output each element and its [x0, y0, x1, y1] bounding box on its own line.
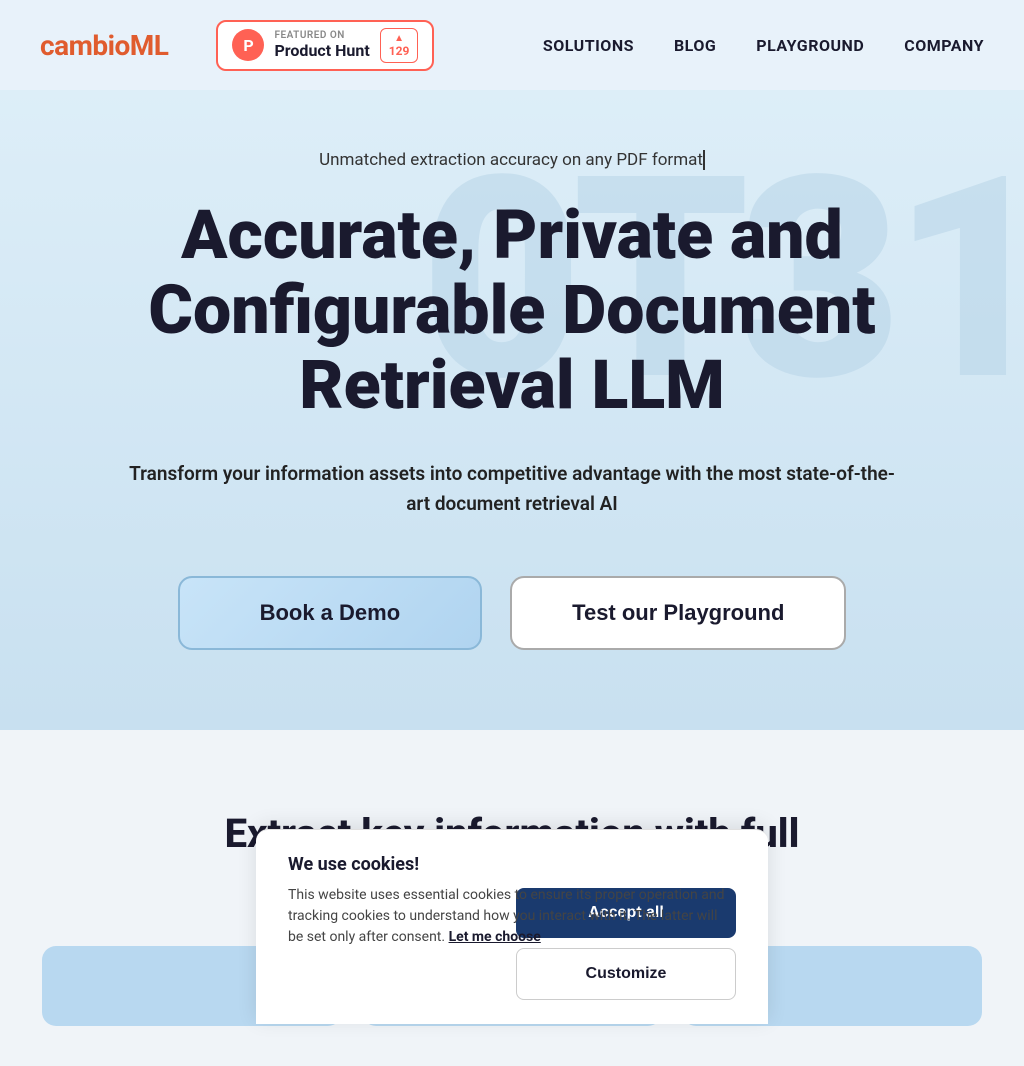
book-demo-button[interactable]: Book a Demo	[178, 576, 483, 650]
logo[interactable]: cambioML	[40, 29, 168, 62]
product-hunt-badge[interactable]: P FEATURED ON Product Hunt ▲ 129	[216, 20, 434, 71]
hero-section: 0T31 Unmatched extraction accuracy on an…	[0, 90, 1024, 730]
cookie-choose-link[interactable]: Let me choose	[449, 929, 541, 945]
hero-title: Accurate, Private and Configurable Docum…	[52, 198, 972, 422]
product-hunt-featured-label: FEATURED ON	[274, 30, 369, 41]
test-playground-button[interactable]: Test our Playground	[510, 576, 846, 650]
cookie-banner: We use cookies! This website uses essent…	[256, 829, 768, 1024]
cookie-title: We use cookies!	[288, 854, 736, 875]
product-hunt-icon: P	[232, 29, 264, 61]
product-hunt-number: 129	[389, 44, 410, 58]
navbar: cambioML P FEATURED ON Product Hunt ▲ 12…	[0, 0, 1024, 90]
logo-ml: ML	[130, 29, 169, 62]
product-hunt-text: FEATURED ON Product Hunt	[274, 30, 369, 60]
nav-company[interactable]: COMPANY	[904, 36, 984, 55]
logo-text: cambioML	[40, 29, 168, 62]
customize-button[interactable]: Customize	[516, 948, 736, 1000]
nav-playground[interactable]: PLAYGROUND	[756, 36, 864, 55]
product-hunt-arrow: ▲	[394, 33, 404, 44]
product-hunt-name: Product Hunt	[274, 41, 369, 60]
nav-blog[interactable]: BLOG	[674, 36, 716, 55]
hero-description: Transform your information assets into c…	[122, 459, 902, 520]
logo-cambio: cambio	[40, 29, 130, 62]
hero-buttons: Book a Demo Test our Playground	[178, 576, 847, 650]
product-hunt-count: ▲ 129	[380, 28, 419, 63]
nav-links: SOLUTIONS BLOG PLAYGROUND COMPANY	[543, 36, 984, 55]
nav-solutions[interactable]: SOLUTIONS	[543, 36, 634, 55]
